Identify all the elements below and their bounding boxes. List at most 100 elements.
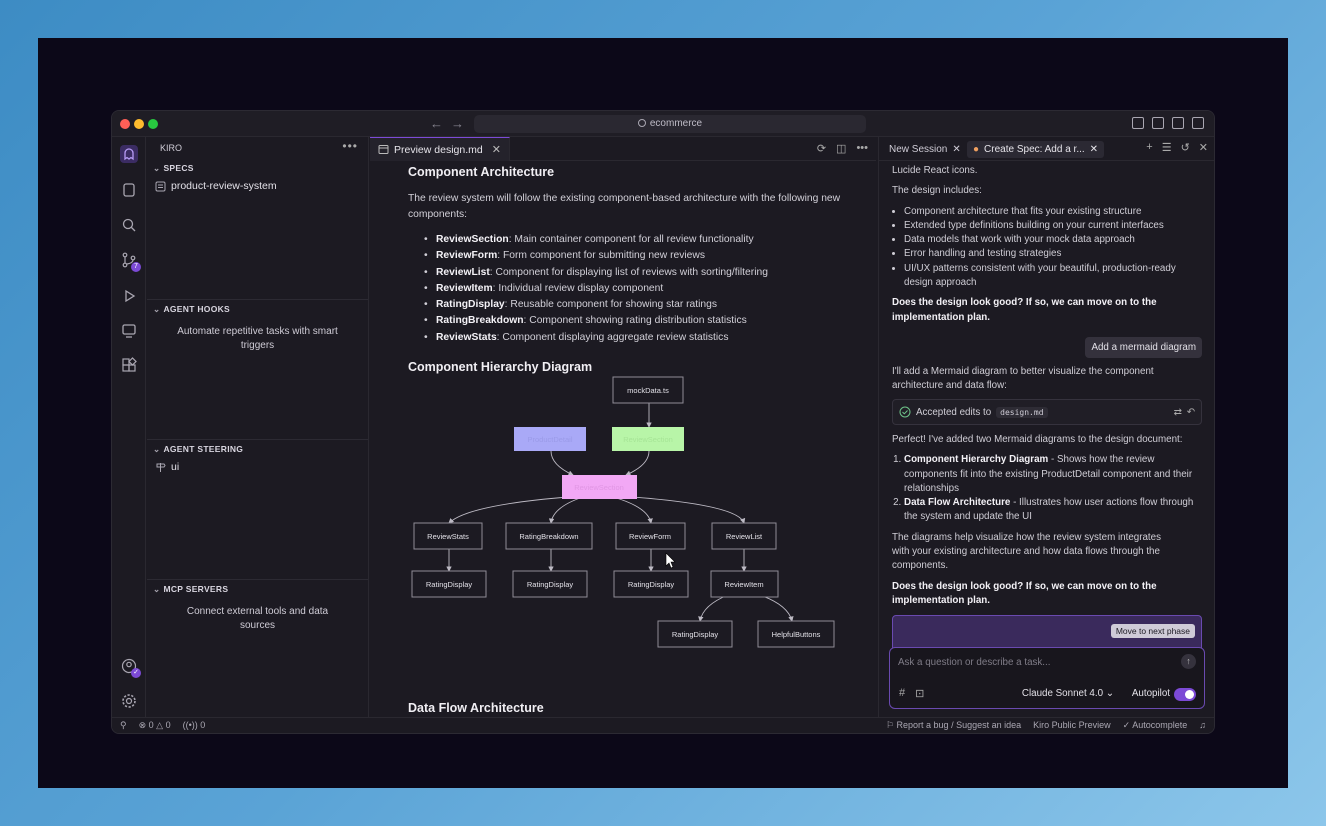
editor-pane: Preview design.md ✕ ⟳ ◫ ••• Component Ar… bbox=[370, 137, 876, 719]
hierarchy-diagram: mockData.ts ProductDetail ReviewSection … bbox=[411, 376, 835, 648]
problems-indicator[interactable]: ⊗ 0 △ 0 bbox=[139, 720, 171, 731]
list-item: Error handling and testing strategies bbox=[904, 247, 1204, 261]
report-bug-link[interactable]: ⚐ Report a bug / Suggest an idea bbox=[886, 720, 1021, 731]
model-selector[interactable]: Claude Sonnet 4.0 ⌄ bbox=[1022, 688, 1114, 699]
node-ratingbreakdown: RatingBreakdown bbox=[505, 522, 593, 550]
close-tab-icon[interactable]: ✕ bbox=[492, 143, 501, 156]
toggle-panel-icon[interactable] bbox=[1172, 117, 1184, 129]
more-actions-icon[interactable]: ••• bbox=[856, 142, 868, 155]
files-icon[interactable] bbox=[120, 181, 138, 199]
layout-controls bbox=[1132, 117, 1204, 129]
list-item: RatingDisplay: Reusable component for sh… bbox=[424, 297, 848, 314]
status-bar: ⚲ ⊗ 0 △ 0 ((•)) 0 ⚐ Report a bug / Sugge… bbox=[112, 717, 1214, 733]
back-arrow-icon[interactable]: ← bbox=[430, 116, 451, 131]
search-icon bbox=[637, 119, 646, 127]
chat-input[interactable]: Ask a question or describe a task... ↑ #… bbox=[889, 647, 1205, 709]
mcp-servers-description: Connect external tools and data sources bbox=[186, 606, 329, 631]
close-panel-icon[interactable]: ✕ bbox=[1199, 141, 1208, 154]
heading-component-architecture: Component Architecture bbox=[408, 165, 555, 179]
svg-text:ReviewList: ReviewList bbox=[726, 532, 763, 541]
ports-count: 0 bbox=[200, 720, 206, 730]
tab-preview-design[interactable]: Preview design.md ✕ bbox=[370, 137, 510, 161]
command-search[interactable]: ecommerce bbox=[474, 115, 866, 133]
source-control-icon[interactable]: 7 bbox=[120, 251, 141, 272]
svg-text:ReviewStats: ReviewStats bbox=[427, 532, 469, 541]
diff-icon[interactable]: ⇄ bbox=[1174, 407, 1182, 418]
activity-bar: 7 ✓ bbox=[112, 137, 146, 719]
list-item: UI/UX patterns consistent with your beau… bbox=[904, 262, 1204, 291]
settings-gear-icon[interactable] bbox=[120, 692, 138, 710]
heading-data-flow: Data Flow Architecture bbox=[408, 701, 544, 715]
user-message: Add a mermaid diagram bbox=[1085, 337, 1202, 358]
toggle-sidebar-icon[interactable] bbox=[1152, 117, 1164, 129]
mcp-servers-header[interactable]: ⌄ MCP SERVERS bbox=[147, 580, 368, 599]
history-icon[interactable]: ↺ bbox=[1181, 141, 1190, 154]
list-item: ReviewSection: Main container component … bbox=[424, 232, 848, 249]
tab-create-spec[interactable]: ● Create Spec: Add a r... ✕ bbox=[967, 141, 1105, 158]
svg-text:HelpfulButtons: HelpfulButtons bbox=[772, 630, 821, 639]
account-icon[interactable]: ✓ bbox=[120, 657, 141, 678]
forward-arrow-icon[interactable]: → bbox=[451, 116, 472, 131]
remote-icon[interactable]: ⚲ bbox=[120, 720, 127, 731]
send-icon[interactable]: ↑ bbox=[1181, 654, 1196, 669]
open-source-icon[interactable]: ⟳ bbox=[817, 142, 826, 155]
edit-icon[interactable] bbox=[1192, 117, 1204, 129]
maximize-window-button[interactable] bbox=[148, 119, 158, 129]
node-reviewstats: ReviewStats bbox=[413, 522, 483, 550]
account-badge: ✓ bbox=[131, 668, 141, 678]
remote-explorer-icon[interactable] bbox=[120, 322, 138, 340]
more-actions-icon[interactable]: ••• bbox=[342, 139, 358, 153]
design-includes-list: Component architecture that fits your ex… bbox=[904, 205, 1204, 291]
autocomplete-toggle[interactable]: ✓ Autocomplete bbox=[1123, 720, 1188, 731]
extensions-icon[interactable] bbox=[120, 357, 138, 375]
close-tab-icon[interactable]: ✕ bbox=[1090, 141, 1098, 158]
search-sidebar-icon[interactable] bbox=[120, 216, 138, 234]
agent-steering-title: AGENT STEERING bbox=[163, 444, 244, 454]
run-debug-icon[interactable] bbox=[120, 287, 138, 305]
chevron-down-icon: ⌄ bbox=[153, 304, 161, 314]
agent-hooks-header[interactable]: ⌄ AGENT HOOKS bbox=[147, 300, 368, 319]
node-helpfulbuttons: HelpfulButtons bbox=[757, 620, 835, 648]
app-window: ←→ ecommerce 7 ✓ KIRO ••• ⌄ SPECS produc… bbox=[111, 110, 1215, 734]
list-item: Data Flow Architecture - Illustrates how… bbox=[904, 496, 1204, 525]
node-ratingdisplay-3: RatingDisplay bbox=[613, 570, 689, 598]
tab-label: Preview design.md bbox=[394, 143, 483, 156]
minimize-window-button[interactable] bbox=[134, 119, 144, 129]
autopilot-toggle[interactable] bbox=[1174, 688, 1196, 701]
revert-icon[interactable]: ↶ bbox=[1187, 407, 1195, 418]
preview-label: Kiro Public Preview bbox=[1033, 720, 1111, 730]
spec-item[interactable]: product-review-system bbox=[147, 178, 368, 194]
question-text: Does the design look good? If so, we can… bbox=[892, 297, 1157, 323]
image-icon[interactable]: ⊡ bbox=[915, 687, 924, 700]
document-icon bbox=[155, 181, 166, 191]
accepted-edits[interactable]: Accepted edits to design.md ⇄ ↶ bbox=[892, 399, 1202, 425]
list-item: Data models that work with your mock dat… bbox=[904, 233, 1204, 247]
chevron-down-icon: ⌄ bbox=[153, 163, 161, 173]
agent-hooks-section: ⌄ AGENT HOOKS Automate repetitive tasks w… bbox=[147, 299, 368, 359]
search-text: ecommerce bbox=[649, 118, 703, 129]
add-session-icon[interactable]: + bbox=[1146, 141, 1152, 154]
list-item: ReviewList: Component for displaying lis… bbox=[424, 265, 848, 282]
input-tools: # ⊡ bbox=[899, 687, 924, 700]
hashtag-icon[interactable]: # bbox=[899, 687, 905, 700]
nav-arrows: ←→ bbox=[430, 116, 472, 131]
split-editor-icon[interactable]: ◫ bbox=[836, 142, 846, 155]
next-phase-panel: Move to next phase bbox=[892, 615, 1202, 651]
svg-text:ReviewSection: ReviewSection bbox=[574, 483, 624, 492]
notifications-bell-icon[interactable]: ♫ bbox=[1199, 720, 1206, 731]
kiro-ghost-icon[interactable] bbox=[120, 145, 138, 163]
close-tab-icon[interactable]: ✕ bbox=[952, 141, 960, 158]
svg-text:RatingDisplay: RatingDisplay bbox=[426, 580, 473, 589]
specs-header[interactable]: ⌄ SPECS bbox=[147, 159, 368, 178]
agent-steering-header[interactable]: ⌄ AGENT STEERING bbox=[147, 440, 368, 459]
steering-item[interactable]: ui bbox=[147, 459, 368, 475]
tab-new-session[interactable]: New Session ✕ bbox=[883, 141, 967, 158]
accepted-label: Accepted edits to bbox=[916, 406, 992, 418]
chat-list-icon[interactable]: ☰ bbox=[1162, 141, 1172, 154]
layout-grid-icon[interactable] bbox=[1132, 117, 1144, 129]
close-window-button[interactable] bbox=[120, 119, 130, 129]
move-to-next-phase-button[interactable]: Move to next phase bbox=[1110, 624, 1195, 638]
status-right: ⚐ Report a bug / Suggest an idea Kiro Pu… bbox=[886, 720, 1206, 731]
chat-text: Perfect! I've added two Mermaid diagrams… bbox=[892, 434, 1183, 445]
ports-indicator[interactable]: ((•)) 0 bbox=[183, 720, 206, 731]
